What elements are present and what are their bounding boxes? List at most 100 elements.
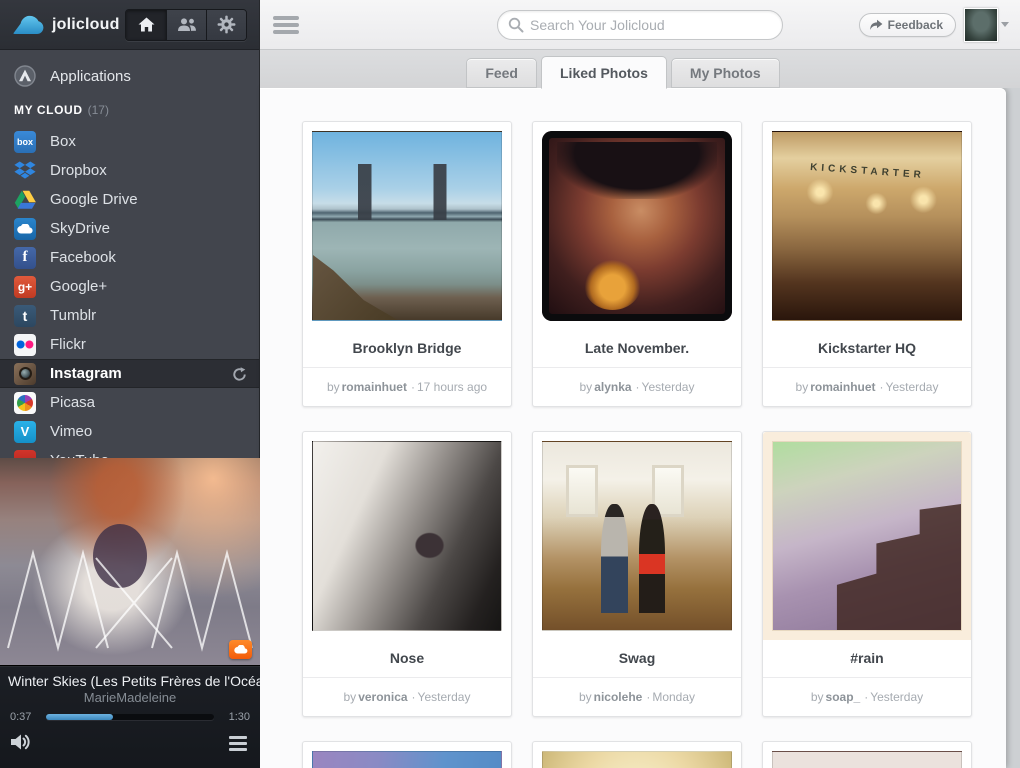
progress-row: 0:37 1:30 bbox=[0, 711, 260, 723]
photo-card-late-november[interactable]: Late November. byalynka·Yesterday bbox=[532, 121, 742, 407]
main-area: Feedback Feed Liked Photos My Photos Bro… bbox=[260, 0, 1020, 768]
search-icon bbox=[508, 17, 524, 33]
photo-brooklyn-bridge[interactable] bbox=[312, 131, 502, 321]
photo-card-swag[interactable]: Swag bynicolehe·Monday bbox=[532, 431, 742, 717]
photo-card-brooklyn-bridge[interactable]: Brooklyn Bridge byromainhuet·17 hours ag… bbox=[302, 121, 512, 407]
sidebar-item-dropbox[interactable]: Dropbox bbox=[0, 156, 259, 185]
tab-feed[interactable]: Feed bbox=[466, 58, 537, 88]
gear-icon bbox=[217, 15, 236, 34]
photo-author: soap_ bbox=[826, 690, 861, 704]
player-panel: Winter Skies (Les Petits Frères de l'Océ… bbox=[0, 665, 260, 768]
photo-timestamp: Yesterday bbox=[642, 380, 695, 394]
sidebar-item-flickr[interactable]: Flickr bbox=[0, 330, 259, 359]
photo-title: Late November. bbox=[533, 330, 741, 367]
track-title: Winter Skies (Les Petits Frères de l'Océ… bbox=[0, 673, 260, 689]
sidebar-item-facebook[interactable]: f Facebook bbox=[0, 243, 259, 272]
sidebar-item-box[interactable]: box Box bbox=[0, 127, 259, 156]
tab-liked-photos[interactable]: Liked Photos bbox=[541, 56, 667, 89]
track-artist: MarieMadeleine bbox=[0, 690, 260, 705]
tabs: Feed Liked Photos My Photos bbox=[243, 56, 1003, 88]
photo-card-partial[interactable] bbox=[532, 741, 742, 768]
jolicloud-logo-icon bbox=[12, 14, 44, 35]
tab-my-photos[interactable]: My Photos bbox=[671, 58, 780, 88]
photo-author: alynka bbox=[594, 380, 631, 394]
sidebar-item-googleplus[interactable]: g+ Google+ bbox=[0, 272, 259, 301]
photo-timestamp: Yesterday bbox=[870, 690, 923, 704]
photo-author: romainhuet bbox=[810, 380, 875, 394]
feedback-arrow-icon bbox=[869, 19, 883, 31]
photo-card-nose[interactable]: Nose byveronica·Yesterday bbox=[302, 431, 512, 717]
window-shape bbox=[566, 465, 598, 518]
photo-rain[interactable] bbox=[772, 441, 962, 631]
content-sheet: Brooklyn Bridge byromainhuet·17 hours ag… bbox=[260, 88, 1006, 768]
nav-settings-button[interactable] bbox=[206, 10, 246, 40]
tumblr-icon: t bbox=[14, 305, 36, 327]
sidebar-item-tumblr[interactable]: t Tumblr bbox=[0, 301, 259, 330]
photo-partial[interactable] bbox=[542, 751, 732, 768]
photo-nose[interactable] bbox=[312, 441, 502, 631]
photo-card-kickstarter-hq[interactable]: KICKSTARTER Kickstarter HQ byromainhuet·… bbox=[762, 121, 972, 407]
seek-bar[interactable] bbox=[46, 714, 214, 720]
photo-grid: Brooklyn Bridge byromainhuet·17 hours ag… bbox=[302, 121, 972, 768]
sidebar-item-vimeo[interactable]: V Vimeo bbox=[0, 417, 259, 446]
sidebar-nav bbox=[125, 9, 247, 41]
google-drive-icon bbox=[14, 189, 36, 211]
photo-card-partial[interactable] bbox=[762, 741, 972, 768]
sync-refresh-icon[interactable] bbox=[232, 367, 247, 387]
instagram-icon bbox=[14, 363, 36, 385]
photo-late-november[interactable] bbox=[542, 131, 732, 321]
app-window: jolicloud bbox=[0, 0, 1020, 768]
duration-time: 1:30 bbox=[222, 711, 250, 723]
googleplus-icon: g+ bbox=[14, 276, 36, 298]
photo-title: Swag bbox=[533, 640, 741, 677]
avatar[interactable] bbox=[964, 8, 998, 42]
photo-timestamp: Monday bbox=[652, 690, 695, 704]
photo-kickstarter-hq[interactable]: KICKSTARTER bbox=[772, 131, 962, 321]
photo-card-partial[interactable] bbox=[302, 741, 512, 768]
sidebar-item-applications[interactable]: Applications bbox=[0, 59, 259, 93]
photo-title: Brooklyn Bridge bbox=[303, 330, 511, 367]
photo-timestamp: Yesterday bbox=[418, 690, 471, 704]
person-silhouette bbox=[601, 504, 627, 613]
elapsed-time: 0:37 bbox=[10, 711, 38, 723]
sidebar-header: jolicloud bbox=[0, 0, 259, 50]
photo-byline: byromainhuet·17 hours ago bbox=[303, 367, 511, 406]
brand-name: jolicloud bbox=[52, 16, 120, 34]
photo-byline: byalynka·Yesterday bbox=[533, 367, 741, 406]
photo-author: nicolehe bbox=[594, 690, 643, 704]
seek-bar-fill bbox=[46, 714, 113, 720]
facebook-icon: f bbox=[14, 247, 36, 269]
sidebar-item-picasa[interactable]: Picasa bbox=[0, 388, 259, 417]
photo-title: Kickstarter HQ bbox=[763, 330, 971, 367]
playlist-button[interactable] bbox=[228, 736, 248, 751]
search-input[interactable] bbox=[497, 10, 783, 40]
picasa-icon bbox=[14, 392, 36, 414]
feedback-button[interactable]: Feedback bbox=[859, 13, 956, 37]
photo-partial[interactable] bbox=[312, 751, 502, 768]
chevron-down-icon[interactable] bbox=[1001, 22, 1009, 27]
photo-swag[interactable] bbox=[542, 441, 732, 631]
album-art bbox=[0, 458, 260, 665]
nav-home-button[interactable] bbox=[126, 10, 166, 40]
person-silhouette bbox=[639, 504, 665, 613]
photo-author: veronica bbox=[358, 690, 407, 704]
sidebar-section-mycloud: MY CLOUD (17) bbox=[0, 93, 259, 127]
sidebar-item-skydrive[interactable]: SkyDrive bbox=[0, 214, 259, 243]
sidebar-item-google-drive[interactable]: Google Drive bbox=[0, 185, 259, 214]
tab-strip: Feed Liked Photos My Photos bbox=[260, 50, 1020, 88]
photo-partial[interactable] bbox=[772, 751, 962, 768]
photo-card-rain[interactable]: #rain bysoap_·Yesterday bbox=[762, 431, 972, 717]
mycloud-count: (17) bbox=[88, 103, 109, 117]
soundcloud-badge-icon bbox=[229, 640, 252, 659]
player-controls bbox=[0, 729, 260, 763]
applications-icon bbox=[14, 65, 36, 87]
photo-byline: byromainhuet·Yesterday bbox=[763, 367, 971, 406]
sidebar-item-instagram[interactable]: Instagram bbox=[0, 359, 259, 388]
volume-button[interactable] bbox=[10, 733, 34, 751]
sidebar: jolicloud bbox=[0, 0, 260, 768]
photo-garland-text: KICKSTARTER bbox=[780, 160, 953, 183]
menu-toggle-icon[interactable] bbox=[273, 16, 299, 37]
nav-people-button[interactable] bbox=[166, 10, 206, 40]
skydrive-icon bbox=[14, 218, 36, 240]
sidebar-list: Applications MY CLOUD (17) box Box Dro bbox=[0, 50, 259, 475]
